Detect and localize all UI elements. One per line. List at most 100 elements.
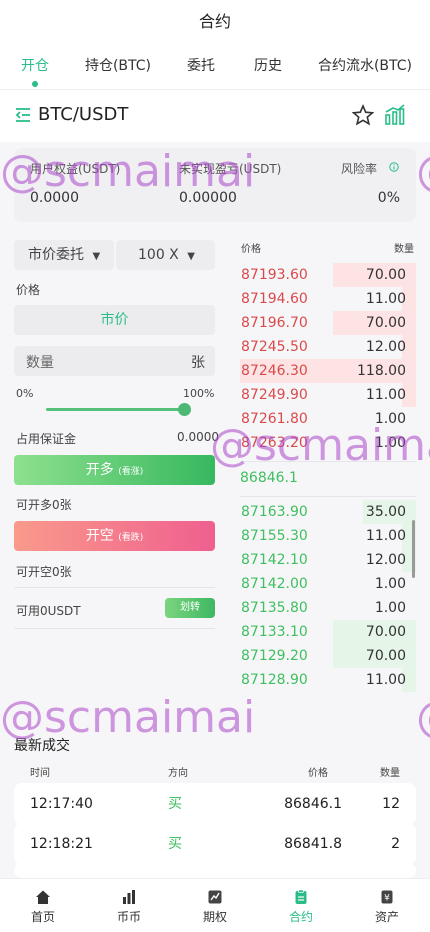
- short-available: 可开空0张: [16, 565, 72, 579]
- bid-row[interactable]: 87129.20 70.00: [240, 644, 416, 668]
- ask-row[interactable]: 87245.50 12.00: [240, 335, 416, 359]
- bid-qty: 11.00: [365, 528, 406, 544]
- nav-assets-label: 资产: [374, 910, 399, 924]
- percent-slider-handle[interactable]: [178, 403, 191, 416]
- kline-chart-icon[interactable]: [384, 104, 406, 126]
- menu-collapse-icon[interactable]: [14, 106, 32, 124]
- ask-qty: 70.00: [365, 315, 406, 331]
- bar-chart-icon: [123, 890, 135, 904]
- percent-slider-track[interactable]: [46, 408, 186, 411]
- margin-value: 0.0000: [177, 430, 219, 444]
- open-long-button[interactable]: 开多 (看涨): [14, 455, 215, 485]
- wallet-icon: ¥: [381, 890, 393, 904]
- bid-qty: 1.00: [374, 600, 406, 616]
- bid-price: 87135.80: [241, 600, 308, 616]
- pair-name[interactable]: BTC/USDT: [38, 104, 128, 125]
- risk-rate-value: 0%: [377, 190, 400, 206]
- page-title: 合约: [198, 12, 231, 31]
- unrealized-pnl-value: 0.00000: [179, 190, 237, 206]
- orderbook-scrollbar[interactable]: [412, 520, 415, 578]
- margin-label: 占用保证金: [16, 432, 77, 446]
- bid-row[interactable]: 87163.90 35.00: [240, 500, 416, 524]
- options-icon: [208, 890, 222, 904]
- nav-options-label: 期权: [202, 910, 227, 924]
- bid-row[interactable]: 87142.10 12.00: [240, 548, 416, 572]
- tab-orders[interactable]: 委托: [166, 46, 236, 89]
- ask-qty: 12.00: [365, 339, 406, 355]
- user-equity-value: 0.0000: [30, 190, 79, 206]
- ask-row[interactable]: 87263.20 1.00: [240, 431, 416, 455]
- user-equity-label: 用户权益(USDT): [30, 162, 121, 176]
- nav-assets[interactable]: ¥ 资产: [344, 879, 430, 932]
- trades-side-header: 方向: [168, 768, 188, 779]
- trade-time: 12:18:21: [30, 836, 93, 852]
- tab-open-label: 开仓: [21, 58, 49, 74]
- ask-row[interactable]: 87246.30 118.00: [240, 359, 416, 383]
- open-short-label: 开空: [85, 528, 114, 544]
- orderbook-qty-header: 数量: [394, 244, 414, 255]
- price-market-field[interactable]: 市价: [14, 305, 215, 335]
- ask-price: 87245.50: [241, 339, 308, 355]
- watermark: @scmaimai: [416, 146, 430, 197]
- bid-price: 87128.90: [241, 672, 308, 688]
- unrealized-pnl-label: 未实现盈亏(USDT): [179, 162, 282, 176]
- ask-row[interactable]: 87194.60 11.00: [240, 287, 416, 311]
- bid-row[interactable]: 87155.30 11.00: [240, 524, 416, 548]
- nav-home[interactable]: 首页: [0, 879, 86, 932]
- tab-open[interactable]: 开仓: [0, 46, 70, 89]
- tab-contract-flow-label: 合约流水(BTC): [317, 58, 413, 74]
- bid-row[interactable]: 87128.90 11.00: [240, 668, 416, 692]
- order-type-select[interactable]: 市价委托 ▼: [14, 240, 114, 270]
- bid-row[interactable]: 87142.00 1.00: [240, 572, 416, 596]
- ask-price: 87261.80: [241, 411, 308, 427]
- tab-positions[interactable]: 持仓(BTC): [70, 46, 166, 89]
- nav-options[interactable]: 期权: [172, 879, 258, 932]
- tab-positions-label: 持仓(BTC): [84, 58, 152, 74]
- caret-down-icon: ▼: [187, 251, 195, 262]
- ask-row[interactable]: 87193.60 70.00: [240, 263, 416, 287]
- quantity-placeholder: 数量: [26, 355, 54, 371]
- transfer-button[interactable]: 划转: [165, 598, 215, 618]
- open-short-button[interactable]: 开空 (看跌): [14, 521, 215, 551]
- trades-qty-header: 数量: [380, 768, 400, 779]
- open-short-tag: (看跌): [118, 533, 144, 543]
- trades-price-header: 价格: [308, 768, 328, 779]
- ask-price: 87194.60: [241, 291, 308, 307]
- leverage-select[interactable]: 100 X ▼: [116, 240, 215, 270]
- ask-price: 87263.20: [241, 435, 308, 451]
- bid-price: 87133.10: [241, 624, 308, 640]
- bid-qty: 1.00: [374, 576, 406, 592]
- active-tab-indicator: [32, 81, 38, 87]
- order-type-value: 市价委托: [28, 247, 84, 263]
- leverage-value: 100 X: [138, 247, 179, 263]
- ask-row[interactable]: 87196.70 70.00: [240, 311, 416, 335]
- ask-price: 87193.60: [241, 267, 308, 283]
- price-label: 价格: [16, 283, 41, 297]
- bid-qty: 35.00: [365, 504, 406, 520]
- ask-qty: 118.00: [357, 363, 406, 379]
- ask-row[interactable]: 87249.90 11.00: [240, 383, 416, 407]
- bid-row[interactable]: 87133.10 70.00: [240, 620, 416, 644]
- quantity-field[interactable]: 数量 张: [14, 346, 215, 376]
- trade-row: 12:18:21 买 86841.8 2: [14, 823, 416, 865]
- nav-contract[interactable]: 合约: [258, 879, 344, 932]
- available-balance: 可用0USDT: [16, 604, 81, 618]
- nav-spot[interactable]: 币币: [86, 879, 172, 932]
- transfer-label: 划转: [180, 602, 200, 613]
- trades-time-header: 时间: [30, 768, 50, 779]
- tab-contract-flow[interactable]: 合约流水(BTC): [300, 46, 430, 89]
- equity-card: 用户权益(USDT) 0.0000 未实现盈亏(USDT) 0.00000 风险…: [14, 148, 416, 222]
- top-tabs: 开仓 持仓(BTC) 委托 历史 合约流水(BTC): [0, 46, 430, 90]
- recent-trades-title: 最新成交: [14, 738, 70, 754]
- trade-side: 买: [168, 796, 182, 812]
- ask-row[interactable]: 87261.80 1.00: [240, 407, 416, 431]
- bid-row[interactable]: 87135.80 1.00: [240, 596, 416, 620]
- nav-home-label: 首页: [30, 910, 55, 924]
- ask-qty: 1.00: [374, 411, 406, 427]
- divider: [14, 628, 215, 629]
- info-icon[interactable]: [389, 162, 399, 172]
- star-icon[interactable]: [352, 104, 374, 126]
- bid-price: 87129.20: [241, 648, 308, 664]
- slider-max-label: 100%: [183, 387, 215, 400]
- tab-history[interactable]: 历史: [236, 46, 300, 89]
